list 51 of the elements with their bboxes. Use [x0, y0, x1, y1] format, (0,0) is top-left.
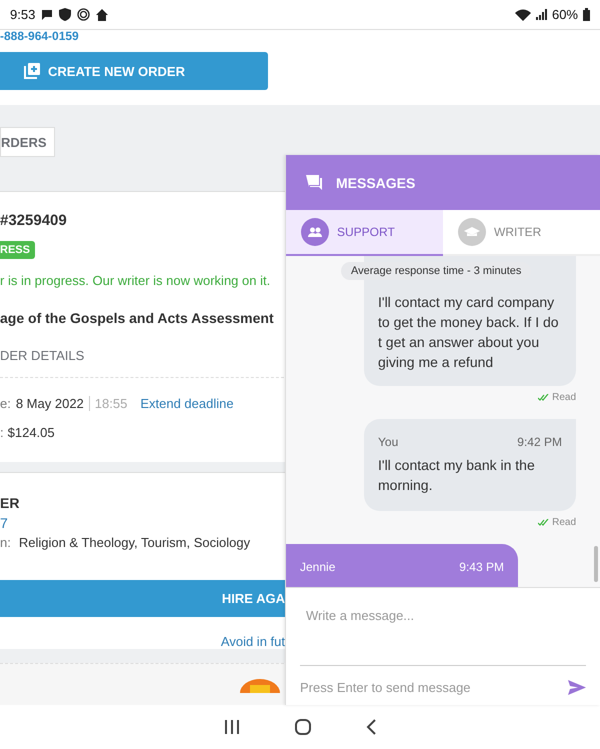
deadline-date: 8 May 2022 — [16, 396, 84, 411]
status-message: r is in progress. Our writer is now working on it. — [0, 273, 270, 288]
writer-heading: ER — [0, 495, 20, 511]
battery-level: 60% — [552, 7, 578, 22]
clock-time: 9:53 — [10, 7, 36, 22]
specialization-value: Religion & Theology, Tourism, Sociology — [18, 535, 250, 550]
graduation-cap-icon — [464, 227, 480, 237]
home-icon[interactable] — [295, 719, 311, 735]
double-check-icon — [538, 394, 550, 401]
order-number: #3259409 — [0, 212, 67, 229]
shield-icon — [59, 8, 72, 21]
order-title: age of the Gospels and Acts Assessment — [0, 310, 274, 326]
people-icon — [308, 227, 322, 237]
chat-icon — [41, 8, 54, 20]
message-author: Jennie — [300, 560, 336, 574]
send-hint: Press Enter to send message — [300, 680, 471, 695]
back-icon[interactable] — [366, 719, 376, 735]
wifi-icon — [514, 8, 531, 20]
recent-apps-icon[interactable] — [224, 720, 240, 734]
writer-id-link[interactable]: 7 — [0, 515, 8, 531]
price-value: $124.05 — [8, 425, 55, 440]
chat-tab[interactable]: SUPPORT — [286, 210, 443, 256]
scrollbar-thumb[interactable] — [594, 546, 598, 582]
battery-icon — [583, 8, 590, 21]
message-text: I'll contact my bank in the morning. — [378, 456, 536, 495]
orders-tab[interactable]: RDERS — [0, 127, 55, 157]
details-heading: DER DETAILS — [0, 348, 84, 363]
message-time: 9:42 PM — [517, 435, 562, 449]
double-check-icon — [538, 519, 550, 526]
read-status: Read — [552, 392, 576, 403]
chat-tab[interactable]: WRITER — [443, 210, 600, 256]
price-label: : — [0, 425, 4, 440]
specialization-label: n: — [0, 535, 11, 550]
deadline-time: 18:55 — [88, 396, 128, 411]
panel-title: MESSAGES — [336, 174, 416, 190]
send-icon[interactable] — [568, 680, 586, 695]
phone-link[interactable]: -888-964-0159 — [0, 30, 79, 42]
message-author: You — [378, 435, 398, 449]
badge-icon — [240, 679, 280, 693]
create-order-button[interactable]: CREATE NEW ORDER — [0, 52, 268, 90]
extend-deadline-link[interactable]: Extend deadline — [140, 396, 234, 411]
add-icon — [24, 63, 40, 79]
status-badge: RESS — [0, 241, 35, 259]
signal-icon — [536, 9, 547, 20]
hire-again-button[interactable]: HIRE AGA — [0, 580, 285, 617]
read-status: Read — [552, 517, 576, 528]
message-time: 9:43 PM — [459, 560, 504, 574]
message-text: I'll contact my card company to get the money back. If I do t get an answer about you giving me a refund — [378, 293, 560, 372]
chat-icon — [306, 175, 322, 190]
avoid-link[interactable]: Avoid in fut — [220, 634, 285, 649]
deadline-label: e: — [0, 396, 11, 411]
